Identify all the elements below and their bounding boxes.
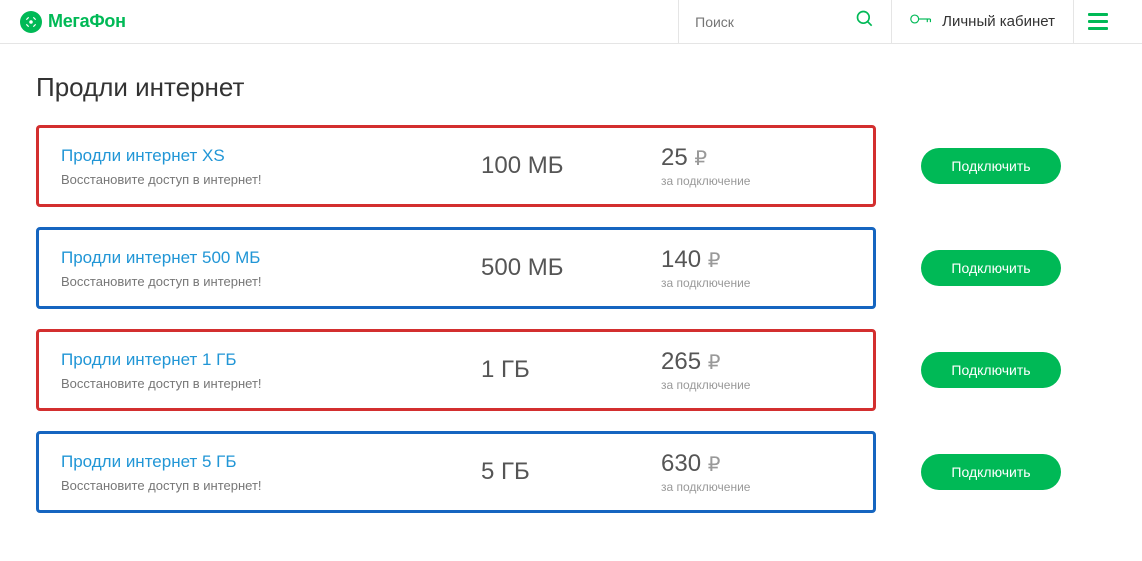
connect-button[interactable]: Подключить bbox=[921, 250, 1060, 286]
plan-description: Восстановите доступ в интернет! bbox=[61, 478, 481, 493]
plan-price-note: за подключение bbox=[661, 276, 851, 290]
search-icon[interactable] bbox=[855, 9, 875, 34]
hamburger-icon bbox=[1088, 13, 1108, 16]
connect-button[interactable]: Подключить bbox=[921, 148, 1060, 184]
plan-volume: 5 ГБ bbox=[481, 458, 661, 486]
plan-price-note: за подключение bbox=[661, 378, 851, 392]
plan-row: Продли интернет XS Восстановите доступ в… bbox=[36, 125, 1106, 207]
plan-name-link[interactable]: Продли интернет 1 ГБ bbox=[61, 350, 481, 370]
plan-row: Продли интернет 1 ГБ Восстановите доступ… bbox=[36, 329, 1106, 411]
connect-button[interactable]: Подключить bbox=[921, 352, 1060, 388]
plan-volume: 500 МБ bbox=[481, 254, 661, 282]
plan-price: 140 ₽ bbox=[661, 246, 851, 274]
plan-volume: 1 ГБ bbox=[481, 356, 661, 384]
plan-price-note: за подключение bbox=[661, 174, 851, 188]
plan-description: Восстановите доступ в интернет! bbox=[61, 274, 481, 289]
plan-row: Продли интернет 5 ГБ Восстановите доступ… bbox=[36, 431, 1106, 513]
plan-name-link[interactable]: Продли интернет XS bbox=[61, 146, 481, 166]
search-input[interactable] bbox=[695, 14, 855, 30]
plan-volume: 100 МБ bbox=[481, 152, 661, 180]
plan-row: Продли интернет 500 МБ Восстановите дост… bbox=[36, 227, 1106, 309]
plan-price-note: за подключение bbox=[661, 480, 851, 494]
page-title: Продли интернет bbox=[36, 72, 1106, 103]
plan-name-link[interactable]: Продли интернет 500 МБ bbox=[61, 248, 481, 268]
plan-card: Продли интернет XS Восстановите доступ в… bbox=[36, 125, 876, 207]
brand-name: МегаФон bbox=[48, 11, 126, 32]
plan-price: 630 ₽ bbox=[661, 450, 851, 478]
main-content: Продли интернет Продли интернет XS Восст… bbox=[0, 44, 1142, 561]
plan-description: Восстановите доступ в интернет! bbox=[61, 376, 481, 391]
plan-description: Восстановите доступ в интернет! bbox=[61, 172, 481, 187]
plan-card: Продли интернет 500 МБ Восстановите дост… bbox=[36, 227, 876, 309]
header: МегаФон Личный кабинет bbox=[0, 0, 1142, 44]
plan-card: Продли интернет 5 ГБ Восстановите доступ… bbox=[36, 431, 876, 513]
brand-logo[interactable]: МегаФон bbox=[20, 11, 126, 33]
plan-card: Продли интернет 1 ГБ Восстановите доступ… bbox=[36, 329, 876, 411]
megafon-icon bbox=[20, 11, 42, 33]
plan-price: 25 ₽ bbox=[661, 144, 851, 172]
key-icon bbox=[910, 12, 932, 31]
plan-name-link[interactable]: Продли интернет 5 ГБ bbox=[61, 452, 481, 472]
menu-button[interactable] bbox=[1073, 0, 1122, 43]
personal-cabinet-link[interactable]: Личный кабинет bbox=[891, 0, 1073, 43]
plan-price: 265 ₽ bbox=[661, 348, 851, 376]
search-box bbox=[678, 0, 891, 43]
connect-button[interactable]: Подключить bbox=[921, 454, 1060, 490]
cabinet-label: Личный кабинет bbox=[942, 13, 1055, 30]
